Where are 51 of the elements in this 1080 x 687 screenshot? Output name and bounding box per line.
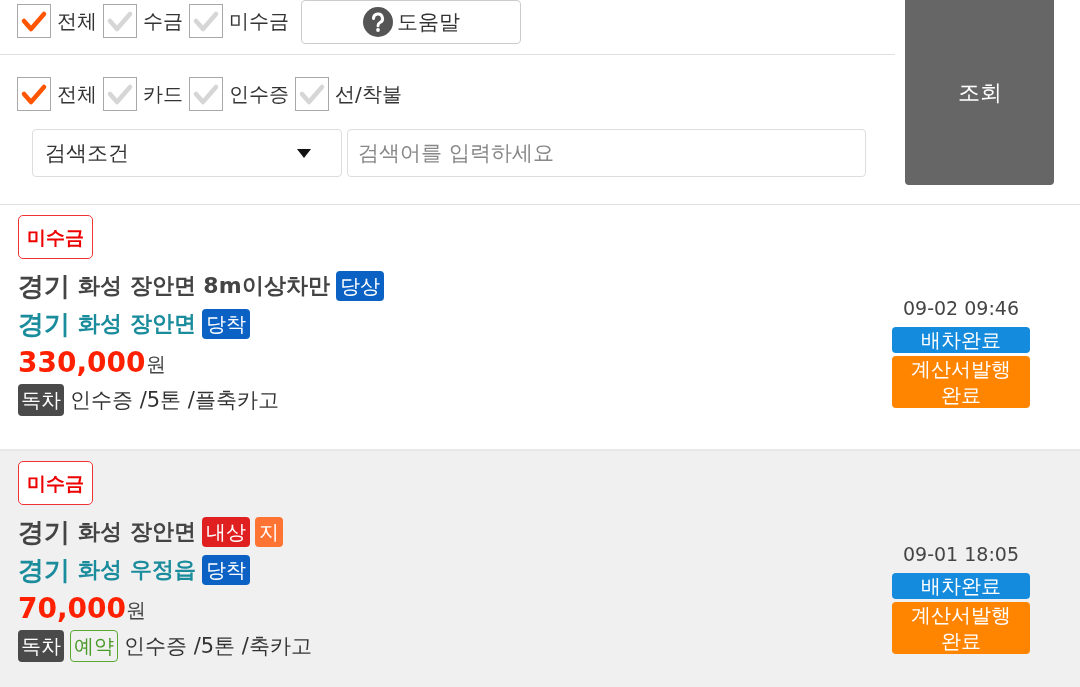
pickup-region: 경기 bbox=[18, 515, 70, 549]
filter-checkbox[interactable]: 전체 bbox=[17, 77, 97, 111]
check-icon bbox=[103, 77, 137, 111]
pickup-place: 화성 장안면 8m이상차만 bbox=[78, 272, 330, 300]
load-tag: 지 bbox=[254, 517, 283, 547]
order-time: 09-01 18:05 bbox=[903, 543, 1019, 565]
check-icon bbox=[189, 4, 223, 38]
payment-badge: 미수금 bbox=[18, 215, 93, 259]
price-unit: 원 bbox=[126, 596, 147, 624]
price-unit: 원 bbox=[145, 350, 166, 378]
filter-checkbox[interactable]: 인수증 bbox=[189, 77, 289, 111]
unload-tag: 당착 bbox=[201, 309, 250, 339]
info-tag: 독차 bbox=[18, 630, 64, 662]
filter-checkbox[interactable]: 전체 bbox=[17, 4, 97, 38]
check-icon bbox=[189, 77, 223, 111]
price: 70,000 bbox=[18, 591, 127, 625]
info-tag: 예약 bbox=[70, 630, 118, 662]
dropoff-place: 화성 장안면 bbox=[78, 310, 196, 338]
cargo-detail: 인수증 /5톤 /축카고 bbox=[124, 633, 312, 660]
check-icon bbox=[103, 4, 137, 38]
filter-checkbox[interactable]: 수금 bbox=[103, 4, 183, 38]
filter-checkbox[interactable]: 선/착불 bbox=[295, 77, 402, 111]
check-icon bbox=[17, 4, 51, 38]
search-field[interactable]: 검색어를 입력하세요 bbox=[347, 129, 866, 177]
load-tag: 내상 bbox=[201, 517, 250, 547]
check-icon bbox=[17, 77, 51, 111]
help-icon bbox=[362, 7, 393, 37]
status-badge: 계산서발행 완료 bbox=[892, 356, 1030, 408]
info-tag: 독차 bbox=[18, 384, 64, 416]
dropoff-region: 경기 bbox=[18, 553, 70, 587]
status-badge: 배차완료 bbox=[892, 573, 1030, 599]
filter-checkbox[interactable]: 미수금 bbox=[189, 4, 289, 38]
load-tag: 당상 bbox=[335, 271, 384, 301]
pickup-region: 경기 bbox=[18, 269, 70, 303]
unload-tag: 당착 bbox=[201, 555, 250, 585]
pickup-place: 화성 장안면 bbox=[78, 518, 196, 546]
condition-dropdown[interactable]: 검색조건 bbox=[32, 129, 342, 177]
query-button[interactable]: 조회 bbox=[905, 0, 1054, 185]
payment-badge: 미수금 bbox=[18, 461, 93, 505]
check-icon bbox=[295, 77, 329, 111]
cargo-detail: 인수증 /5톤 /플축카고 bbox=[70, 387, 279, 414]
help-button[interactable]: 도움말 bbox=[301, 0, 521, 44]
order-card[interactable]: 미수금 경기 화성 장안면 내상 지 경기 화성 우정읍 당착 70,000원 독차 예약 인수증 /5톤 /축카고 09-01 18:05 배차완료 계산서발행 완료 bbox=[0, 451, 1080, 687]
status-badge: 계산서발행 완료 bbox=[892, 602, 1030, 654]
order-time: 09-02 09:46 bbox=[903, 297, 1019, 319]
caret-icon bbox=[297, 148, 311, 158]
price: 330,000 bbox=[18, 345, 146, 379]
filter-checkbox[interactable]: 카드 bbox=[103, 77, 183, 111]
dropoff-place: 화성 우정읍 bbox=[78, 556, 196, 584]
dropoff-region: 경기 bbox=[18, 307, 70, 341]
status-badge: 배차완료 bbox=[892, 327, 1030, 353]
